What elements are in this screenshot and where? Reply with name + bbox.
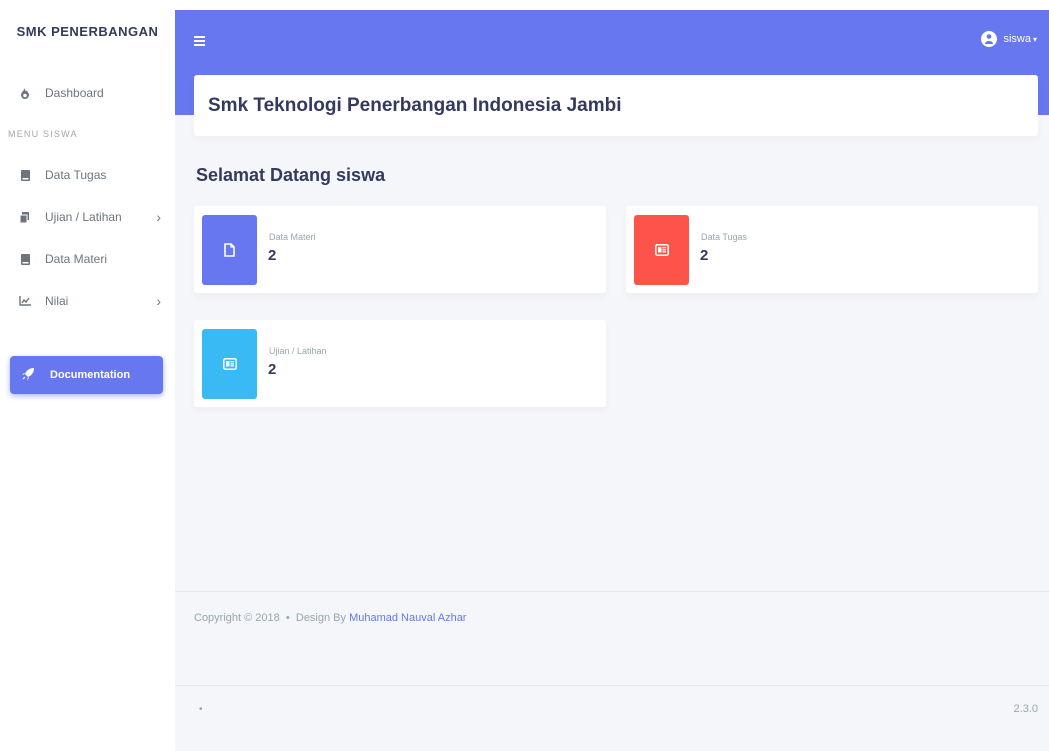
page-title: Smk Teknologi Penerbangan Indonesia Jamb… — [208, 94, 622, 116]
sidebar-item-ujian-latihan[interactable]: Ujian / Latihan › — [0, 196, 175, 238]
design-by-text: Design By — [295, 612, 347, 624]
newspaper-icon — [634, 215, 689, 285]
hamburger-menu-icon[interactable] — [194, 33, 205, 49]
divider — [175, 685, 1049, 686]
book-icon — [18, 169, 32, 181]
stat-value: 2 — [268, 247, 277, 264]
welcome-heading: Selamat Datang siswa — [196, 165, 386, 185]
fire-icon — [18, 87, 32, 99]
stat-card-data-materi[interactable]: Data Materi 2 — [194, 206, 606, 293]
brand-logo[interactable]: SMK PENERBANGAN — [0, 0, 175, 72]
newspaper-icon — [202, 329, 257, 399]
stat-label: Ujian / Latihan — [269, 346, 327, 356]
documentation-button[interactable]: Documentation — [10, 356, 163, 394]
book-icon — [18, 253, 32, 265]
caret-down-icon: ▾ — [1032, 34, 1037, 44]
copy-icon — [18, 211, 32, 223]
topbar-strip — [175, 0, 1049, 10]
sidebar-item-data-materi[interactable]: Data Materi — [0, 238, 175, 280]
stat-label: Data Tugas — [701, 232, 748, 242]
sidebar-item-label: Nilai — [45, 294, 69, 308]
sidebar-item-data-tugas[interactable]: Data Tugas — [0, 154, 175, 196]
stat-card-data-tugas[interactable]: Data Tugas 2 — [626, 206, 1038, 293]
menu-header: MENU SISWA — [8, 129, 78, 139]
chart-icon — [18, 296, 32, 306]
stat-value: 2 — [268, 361, 277, 378]
sidebar-item-nilai[interactable]: Nilai › — [0, 280, 175, 322]
stat-card-ujian-latihan[interactable]: Ujian / Latihan 2 — [194, 320, 606, 407]
copyright-text: Copyright © 2018 — [194, 612, 280, 624]
footer: Copyright © 2018 • Design By Muhamad Nau… — [175, 591, 1049, 751]
sidebar-item-label: Data Materi — [45, 252, 108, 266]
stat-label: Data Materi — [269, 232, 316, 242]
page-title-card: Smk Teknologi Penerbangan Indonesia Jamb… — [194, 75, 1038, 136]
version-text: 2.3.0 — [1013, 703, 1038, 715]
user-name: siswa — [1003, 33, 1031, 45]
stat-value: 2 — [700, 247, 709, 264]
sidebar-item-dashboard[interactable]: Dashboard — [0, 72, 175, 114]
rocket-icon — [22, 367, 34, 383]
author-link[interactable]: Muhamad Nauval Azhar — [349, 612, 466, 624]
bottom-bullet: • — [199, 704, 203, 715]
sidebar-item-label: Data Tugas — [45, 168, 107, 182]
chevron-right-icon: › — [156, 209, 161, 225]
sidebar: SMK PENERBANGAN Dashboard MENU SISWA Dat… — [0, 0, 175, 751]
bullet-separator: • — [285, 612, 290, 624]
brand-text: SMK PENERBANGAN — [16, 23, 159, 39]
sidebar-item-label: Ujian / Latihan — [45, 210, 122, 224]
user-avatar-icon — [981, 31, 998, 47]
footer-copyright: Copyright © 2018 • Design By Muhamad Nau… — [194, 612, 466, 624]
file-icon — [202, 215, 257, 285]
user-dropdown[interactable]: siswa ▾ — [981, 31, 1037, 47]
documentation-label: Documentation — [50, 369, 131, 381]
sidebar-item-label: Dashboard — [45, 86, 104, 100]
chevron-right-icon: › — [156, 293, 161, 309]
